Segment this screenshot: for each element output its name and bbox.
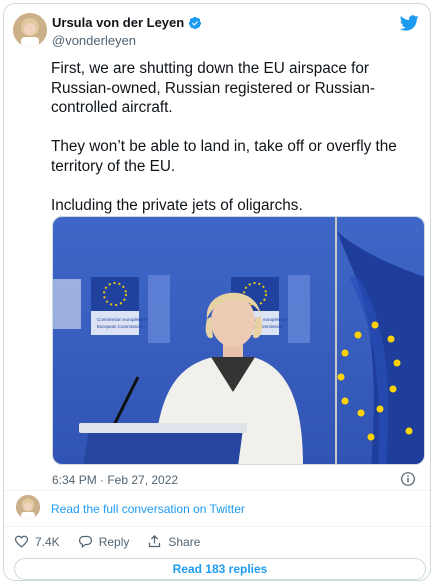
conversation-avatar[interactable] bbox=[16, 495, 40, 519]
tweet-paragraph: Including the private jets of oligarchs. bbox=[51, 196, 303, 214]
tweet-timestamp[interactable]: 6:34 PM · Feb 27, 2022 bbox=[52, 473, 178, 487]
tweet-photo[interactable]: Commission européenne European Commissio… bbox=[52, 216, 425, 465]
share-icon bbox=[149, 534, 161, 548]
heart-icon bbox=[14, 535, 29, 548]
divider bbox=[4, 490, 430, 491]
verified-badge-icon bbox=[189, 16, 202, 29]
read-replies-button[interactable]: Read 183 replies bbox=[14, 558, 426, 580]
backdrop-text: Commission européenne bbox=[97, 317, 148, 322]
info-icon[interactable] bbox=[400, 471, 416, 487]
reply-button[interactable]: Reply bbox=[78, 534, 130, 549]
like-button[interactable]: 7.4K bbox=[14, 534, 60, 549]
like-count: 7.4K bbox=[35, 534, 60, 549]
tweet-actions: 7.4K Reply Share bbox=[14, 534, 200, 549]
twitter-logo-icon[interactable] bbox=[399, 13, 419, 33]
divider bbox=[4, 526, 430, 527]
reply-icon bbox=[78, 535, 92, 549]
author-handle[interactable]: @vonderleyen bbox=[52, 33, 136, 48]
share-label: Share bbox=[168, 534, 201, 549]
backdrop-text: European Commission bbox=[97, 324, 143, 329]
author-avatar[interactable] bbox=[13, 13, 47, 47]
read-conversation-link[interactable]: Read the full conversation on Twitter bbox=[51, 502, 245, 516]
tweet-text: First, we are shutting down the EU airsp… bbox=[51, 59, 423, 215]
share-button[interactable]: Share bbox=[147, 534, 200, 549]
tweet-paragraph: They won’t be able to land in, take off … bbox=[51, 138, 397, 175]
reply-label: Reply bbox=[98, 534, 130, 549]
author-name[interactable]: Ursula von der Leyen bbox=[52, 15, 184, 30]
tweet-paragraph: First, we are shutting down the EU airsp… bbox=[51, 60, 375, 116]
press-conference-photo: Commission européenne European Commissio… bbox=[53, 217, 424, 464]
author-name-row[interactable]: Ursula von der Leyen bbox=[52, 15, 202, 30]
embedded-tweet-card: Ursula von der Leyen @vonderleyen First,… bbox=[3, 3, 431, 581]
